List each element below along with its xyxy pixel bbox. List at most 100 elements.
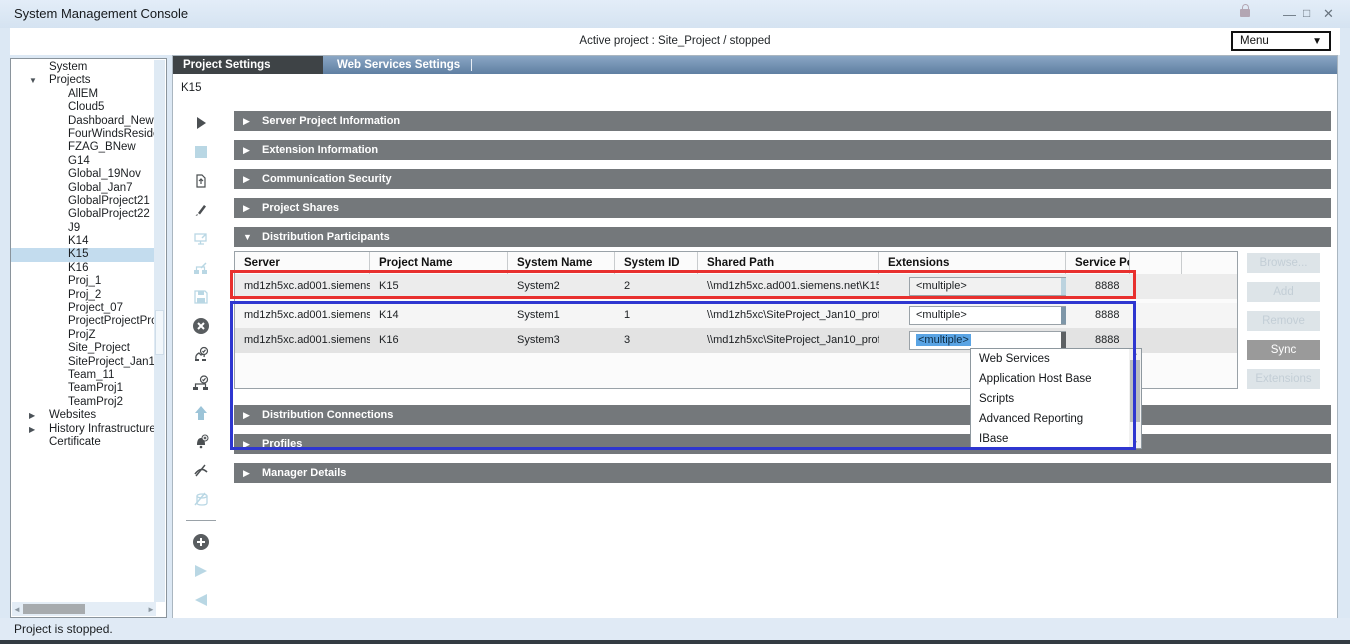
- menu-label: Menu: [1240, 35, 1269, 47]
- tree-item-proj-1[interactable]: Proj_1: [11, 275, 154, 288]
- expander-down-icon[interactable]: ▼: [29, 74, 37, 87]
- tree-item-fourwindsresidence[interactable]: FourWindsResidence: [11, 128, 154, 141]
- save-icon[interactable]: [183, 282, 219, 311]
- add-button[interactable]: Add: [1247, 282, 1320, 302]
- tree-item-system[interactable]: System: [11, 61, 154, 74]
- table-row-k14[interactable]: md1zh5xc.ad001.siemens K14 System1 1 \\m…: [235, 303, 1237, 328]
- clear-database-icon[interactable]: [183, 485, 219, 514]
- tree-item-project-07[interactable]: Project_07: [11, 302, 154, 315]
- tree-item-fzag-bnew[interactable]: FZAG_BNew: [11, 141, 154, 154]
- disconnect-icon[interactable]: [183, 456, 219, 485]
- status-text: Project is stopped.: [14, 622, 113, 636]
- tree-item-j9[interactable]: J9: [11, 222, 154, 235]
- system-management-console-window: System Management Console — □ ✕ Active p…: [0, 0, 1350, 644]
- alarm-disable-icon[interactable]: [183, 427, 219, 456]
- table-row-k15[interactable]: md1zh5xc.ad001.siemens K15 System2 2 \\m…: [235, 274, 1237, 299]
- section-distribution-connections[interactable]: ▶Distribution Connections: [234, 405, 1331, 425]
- section-server-project-information[interactable]: ▶Server Project Information: [234, 111, 1331, 131]
- col-service-port[interactable]: Service Port: [1066, 252, 1130, 274]
- lock-icon: [1240, 9, 1250, 17]
- tree-item-projects[interactable]: ▼Projects: [11, 74, 154, 87]
- tree-item-proj-2[interactable]: Proj_2: [11, 289, 154, 302]
- scrollbar-thumb[interactable]: [155, 310, 164, 355]
- extensions-button[interactable]: Extensions: [1247, 369, 1320, 389]
- minimize-button[interactable]: —: [1283, 8, 1296, 21]
- stop-icon[interactable]: [183, 137, 219, 166]
- tree-item-projectprojectproject[interactable]: ProjectProjectProjectI: [11, 315, 154, 328]
- extensions-combobox[interactable]: <multiple> ▼: [909, 277, 1066, 296]
- col-extensions[interactable]: Extensions: [879, 252, 1066, 274]
- tree-item-global-jan7[interactable]: Global_Jan7: [11, 182, 154, 195]
- start-icon[interactable]: [183, 108, 219, 137]
- menu-dropdown[interactable]: Menu ▼: [1231, 31, 1331, 51]
- tree-horizontal-scrollbar[interactable]: ◄ ►: [12, 602, 156, 616]
- tab-web-services-settings[interactable]: Web Services Settings: [323, 56, 474, 74]
- col-system-id[interactable]: System ID: [615, 252, 698, 274]
- network-edit-icon[interactable]: [183, 253, 219, 282]
- dropdown-option-web-services[interactable]: Web Services: [971, 349, 1141, 369]
- tree-item-global-19nov[interactable]: Global_19Nov: [11, 168, 154, 181]
- service-check-icon[interactable]: [183, 340, 219, 369]
- tree-item-team-11[interactable]: Team_11: [11, 369, 154, 382]
- tab-project-settings[interactable]: Project Settings: [173, 56, 323, 74]
- tree-item-globalproject21[interactable]: GlobalProject21: [11, 195, 154, 208]
- tree-item-g14[interactable]: G14: [11, 155, 154, 168]
- section-profiles[interactable]: ▶Profiles: [234, 434, 1331, 454]
- tree-item-teamproj2[interactable]: TeamProj2: [11, 396, 154, 409]
- tree-item-k16[interactable]: K16: [11, 262, 154, 275]
- section-project-shares[interactable]: ▶Project Shares: [234, 198, 1331, 218]
- dropdown-scrollbar[interactable]: ▲ ▼: [1129, 349, 1141, 448]
- scroll-right-icon[interactable]: ►: [146, 605, 156, 614]
- section-distribution-participants[interactable]: ▼Distribution Participants: [234, 227, 1331, 247]
- forward-icon[interactable]: [183, 556, 219, 585]
- scrollbar-thumb[interactable]: [1130, 360, 1140, 422]
- sync-button[interactable]: Sync: [1247, 340, 1320, 360]
- dropdown-option-advanced-reporting[interactable]: Advanced Reporting: [971, 409, 1141, 429]
- expanded-icon: ▼: [243, 227, 252, 247]
- tree-item-history-infrastructure[interactable]: ▶History Infrastructure: [11, 423, 154, 436]
- edit-pen-icon[interactable]: [183, 195, 219, 224]
- project-tree: System ▼Projects AllEM Cloud5 Dashboard_…: [11, 61, 154, 601]
- tree-item-allem[interactable]: AllEM: [11, 88, 154, 101]
- dropdown-option-ibase[interactable]: IBase: [971, 429, 1141, 449]
- scroll-left-icon[interactable]: ◄: [12, 605, 22, 614]
- maximize-button[interactable]: □: [1303, 7, 1310, 20]
- col-server[interactable]: Server: [235, 252, 370, 274]
- network-check-icon[interactable]: [183, 369, 219, 398]
- dropdown-option-application-host-base[interactable]: Application Host Base: [971, 369, 1141, 389]
- tree-item-dashboard-new[interactable]: Dashboard_New: [11, 115, 154, 128]
- tree-item-k14[interactable]: K14: [11, 235, 154, 248]
- upload-arrow-icon[interactable]: [183, 398, 219, 427]
- remove-button[interactable]: Remove: [1247, 311, 1320, 331]
- cancel-icon[interactable]: [183, 311, 219, 340]
- tree-item-globalproject22[interactable]: GlobalProject22: [11, 208, 154, 221]
- dropdown-option-scripts[interactable]: Scripts: [971, 389, 1141, 409]
- col-project-name[interactable]: Project Name: [370, 252, 508, 274]
- tree-item-cloud5[interactable]: Cloud5: [11, 101, 154, 114]
- add-icon[interactable]: [183, 527, 219, 556]
- section-manager-details[interactable]: ▶Manager Details: [234, 463, 1331, 483]
- tree-item-siteproject-jan10[interactable]: SiteProject_Jan10: [11, 356, 154, 369]
- back-icon[interactable]: [183, 585, 219, 614]
- browse-button[interactable]: Browse...: [1247, 253, 1320, 273]
- col-shared-path[interactable]: Shared Path: [698, 252, 879, 274]
- col-system-name[interactable]: System Name: [508, 252, 615, 274]
- tree-vertical-scrollbar[interactable]: [154, 60, 165, 602]
- section-communication-security[interactable]: ▶Communication Security: [234, 169, 1331, 189]
- scroll-down-icon[interactable]: ▼: [1129, 440, 1141, 447]
- close-button[interactable]: ✕: [1323, 7, 1334, 20]
- scrollbar-thumb[interactable]: [23, 604, 85, 614]
- expander-right-icon[interactable]: ▶: [29, 409, 35, 422]
- extensions-combobox[interactable]: <multiple> ▼: [909, 306, 1066, 325]
- monitor-edit-icon[interactable]: [183, 224, 219, 253]
- tree-item-teamproj1[interactable]: TeamProj1: [11, 382, 154, 395]
- tree-item-site-project[interactable]: Site_Project: [11, 342, 154, 355]
- tree-item-k15-selected[interactable]: K15: [11, 248, 154, 261]
- tree-item-projz[interactable]: ProjZ: [11, 329, 154, 342]
- section-extension-information[interactable]: ▶Extension Information: [234, 140, 1331, 160]
- open-project-icon[interactable]: [183, 166, 219, 195]
- tree-item-certificate[interactable]: Certificate: [11, 436, 154, 449]
- tree-item-websites[interactable]: ▶Websites: [11, 409, 154, 422]
- expander-right-icon[interactable]: ▶: [29, 423, 35, 436]
- scroll-up-icon[interactable]: ▲: [1129, 350, 1141, 357]
